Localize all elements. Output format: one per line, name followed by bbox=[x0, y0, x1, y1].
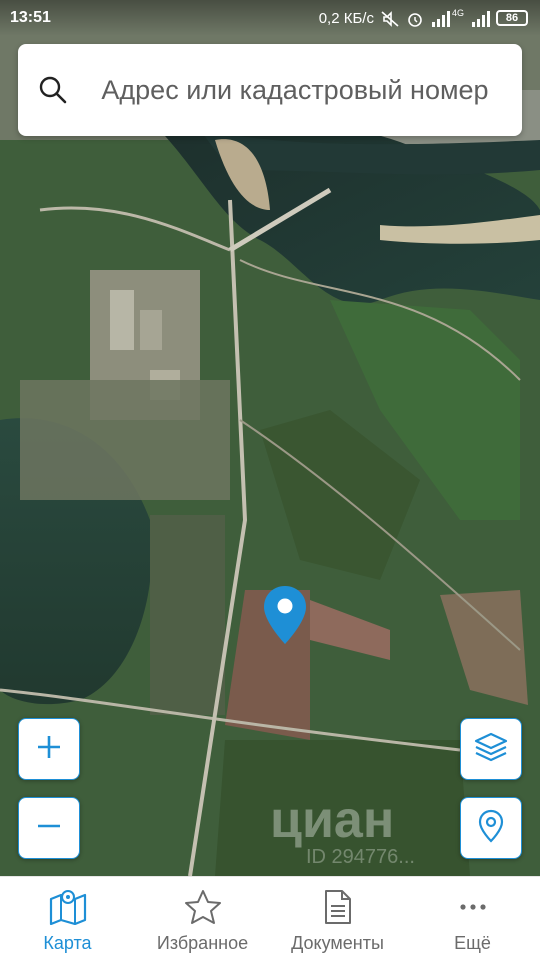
status-time: 13:51 bbox=[10, 9, 51, 26]
nav-item-map[interactable]: Карта bbox=[0, 877, 135, 960]
search-bar[interactable]: Адрес или кадастровый номер bbox=[18, 44, 522, 136]
bottom-navigation: Карта Избранное Документы Ещё bbox=[0, 876, 540, 960]
signal-icon bbox=[431, 11, 450, 27]
zoom-out-button[interactable] bbox=[18, 797, 80, 859]
nav-item-more[interactable]: Ещё bbox=[405, 877, 540, 960]
star-icon bbox=[183, 887, 223, 927]
plus-icon bbox=[36, 734, 62, 765]
my-location-button[interactable] bbox=[460, 797, 522, 859]
location-pin-icon bbox=[478, 809, 504, 848]
nav-label-map: Карта bbox=[43, 933, 92, 953]
location-marker-icon[interactable] bbox=[262, 584, 308, 646]
zoom-in-button[interactable] bbox=[18, 718, 80, 780]
map-icon bbox=[48, 887, 88, 927]
layers-button[interactable] bbox=[460, 718, 522, 780]
alarm-icon bbox=[406, 11, 424, 27]
search-input[interactable]: Адрес или кадастровый номер bbox=[88, 70, 522, 111]
battery-icon: 86 bbox=[496, 10, 528, 26]
network-type: 4G bbox=[451, 8, 464, 18]
mute-icon bbox=[381, 11, 399, 27]
nav-label-documents: Документы bbox=[291, 933, 384, 953]
status-icons: 0,2 КБ/с 4G 86 bbox=[318, 8, 528, 27]
watermark-logo: циан bbox=[270, 791, 395, 849]
more-icon bbox=[453, 887, 493, 927]
status-bar: 13:51 0,2 КБ/с 4G 86 bbox=[0, 0, 540, 36]
nav-item-favorites[interactable]: Избранное bbox=[135, 877, 270, 960]
nav-label-more: Ещё bbox=[454, 933, 491, 953]
document-icon bbox=[318, 887, 358, 927]
nav-item-documents[interactable]: Документы bbox=[270, 877, 405, 960]
layers-icon bbox=[473, 731, 509, 768]
search-icon[interactable] bbox=[18, 44, 88, 136]
minus-icon bbox=[36, 813, 62, 844]
nav-label-favorites: Избранное bbox=[156, 933, 249, 953]
signal-icon-2 bbox=[471, 11, 490, 27]
network-speed: 0,2 КБ/с bbox=[318, 9, 374, 27]
watermark-id: ID 294776... bbox=[306, 846, 415, 868]
